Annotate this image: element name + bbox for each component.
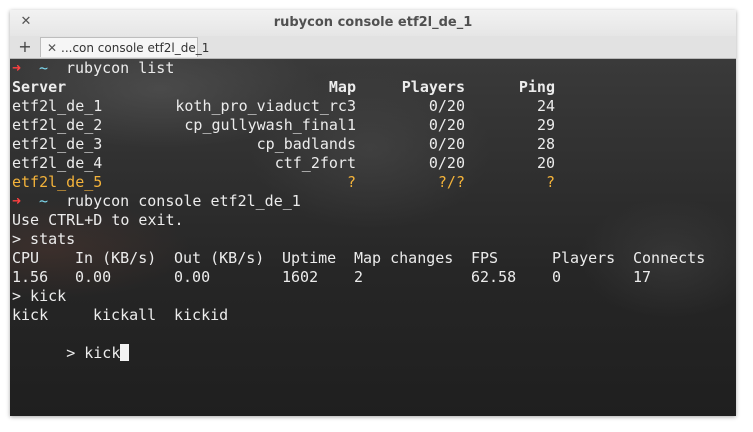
server-name: etf2l_de_4 [12, 154, 103, 172]
tab-label: ...con console etf2l_de_1 [61, 41, 210, 55]
tab-close-icon[interactable]: ✕ [45, 38, 59, 58]
server-name: etf2l_de_3 [12, 135, 103, 153]
column-header: Players [401, 78, 465, 96]
ping-value: ? [545, 173, 555, 191]
completion-list: kick kickall kickid [12, 306, 312, 325]
player-count: 0/20 [428, 135, 465, 153]
stats-column-header: In (KB/s) [75, 249, 157, 267]
stats-header: CPU In (KB/s) Out (KB/s) Uptime Map chan… [12, 249, 732, 268]
table-row-offline: etf2l_de_5 ? ?/? ? [12, 173, 712, 192]
column-header: Ping [518, 78, 555, 96]
command-text: rubycon list [66, 59, 175, 77]
completion-item: kickid [174, 306, 229, 324]
tab-console[interactable]: ✕ ...con console etf2l_de_1 [40, 37, 209, 58]
stats-values: 1.56 0.00 0.00 1602 2 62.58 0 17 [12, 268, 732, 287]
ping-value: 24 [536, 97, 555, 115]
tab-bar: + ✕ ...con console etf2l_de_1 [10, 36, 736, 59]
ping-value: 28 [536, 135, 555, 153]
ping-value: 29 [536, 116, 555, 134]
stats-value: 1602 [282, 268, 319, 286]
new-tab-button[interactable]: + [16, 38, 34, 56]
column-header: Server [12, 78, 67, 96]
table-row: etf2l_de_3 cp_badlands 0/20 28 [12, 135, 712, 154]
stats-value: 2 [354, 268, 364, 286]
prompt-line: ➜ ~ rubycon list [12, 59, 174, 78]
completion-item: kick [12, 306, 49, 324]
player-count: ?/? [437, 173, 465, 191]
server-name: etf2l_de_5 [12, 173, 103, 191]
stats-command: > stats [12, 230, 76, 248]
window-title: rubycon console etf2l_de_1 [273, 15, 473, 30]
server-table-header: Server Map Players Ping [12, 78, 712, 97]
stats-column-header: Connects [633, 249, 706, 267]
player-count: 0/20 [428, 97, 465, 115]
table-row: etf2l_de_2 cp_gullywash_final1 0/20 29 [12, 116, 712, 135]
text-cursor [120, 344, 130, 361]
table-row: etf2l_de_4 ctf_2fort 0/20 20 [12, 154, 712, 173]
column-header: Map [328, 78, 356, 96]
stats-value: 0.00 [75, 268, 112, 286]
prompt-line: ➜ ~ rubycon console etf2l_de_1 [12, 192, 301, 211]
stats-value: 17 [633, 268, 652, 286]
stats-column-header: Uptime [282, 249, 337, 267]
ping-value: 20 [536, 154, 555, 172]
exit-hint: Use CTRL+D to exit. [12, 211, 184, 229]
stats-column-header: CPU [12, 249, 40, 267]
map-name: cp_badlands [256, 135, 356, 153]
table-row: etf2l_de_1 koth_pro_viaduct_rc3 0/20 24 [12, 97, 712, 116]
prompt-arrow-icon: ➜ [12, 59, 22, 77]
kick-command: > kick [12, 287, 67, 305]
terminal-window: ✕ rubycon console etf2l_de_1 + ✕ ...con … [10, 10, 736, 416]
stats-value: 62.58 [471, 268, 517, 286]
server-name: etf2l_de_2 [12, 116, 103, 134]
server-name: etf2l_de_1 [12, 97, 103, 115]
stats-column-header: Map changes [354, 249, 454, 267]
stats-column-header: FPS [471, 249, 499, 267]
map-name: ? [346, 173, 356, 191]
stats-value: 0.00 [174, 268, 211, 286]
map-name: ctf_2fort [274, 154, 356, 172]
title-bar: ✕ rubycon console etf2l_de_1 [10, 10, 736, 36]
current-input[interactable]: > kick [66, 344, 120, 362]
stats-value: 1.56 [12, 268, 49, 286]
stats-value: 0 [552, 268, 562, 286]
player-count: 0/20 [428, 154, 465, 172]
prompt-tilde: ~ [39, 59, 49, 77]
completion-item: kickall [93, 306, 157, 324]
prompt-arrow-icon: ➜ [12, 192, 22, 210]
command-text: rubycon console etf2l_de_1 [66, 192, 301, 210]
map-name: koth_pro_viaduct_rc3 [175, 97, 356, 115]
stats-column-header: Out (KB/s) [174, 249, 265, 267]
input-line[interactable]: > kick [12, 325, 130, 362]
terminal-output[interactable]: ➜ ~ rubycon list Server Map Players Ping… [10, 59, 736, 416]
map-name: cp_gullywash_final1 [184, 116, 356, 134]
stats-column-header: Players [552, 249, 616, 267]
prompt-tilde: ~ [39, 192, 49, 210]
player-count: 0/20 [428, 116, 465, 134]
